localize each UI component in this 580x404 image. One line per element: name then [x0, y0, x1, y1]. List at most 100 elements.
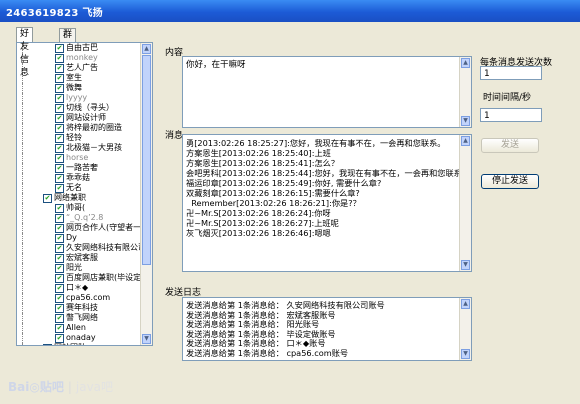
tree-item[interactable]: ✔ 宏斌客服	[17, 253, 141, 263]
checkbox[interactable]: ✔	[55, 284, 64, 293]
checkbox[interactable]: ✔	[55, 294, 64, 303]
tree-item[interactable]: ✔ 帅哥(	[17, 203, 141, 213]
tree-item[interactable]: ✔ 口＊◆	[17, 283, 141, 293]
checkbox[interactable]: ✔	[55, 184, 64, 193]
tab-friends[interactable]: 好友信息	[16, 27, 34, 78]
checkbox[interactable]: ✔	[55, 254, 64, 263]
tree-line	[22, 263, 23, 273]
tree-item[interactable]: ✔ 将梓最初的圈造	[17, 123, 141, 133]
checkbox[interactable]: ✔	[55, 334, 64, 343]
checkbox[interactable]: ✔	[55, 264, 64, 273]
checkbox[interactable]: ✔	[55, 274, 64, 283]
messages-list: 勇[2013:02:26 18:25:27]:您好，我现在有事不在，一会再和您联…	[186, 138, 470, 238]
tree-item[interactable]: ✔ “_Q.q’2.8	[17, 213, 141, 223]
tree-item-label: 口＊◆	[66, 283, 89, 292]
tree-item[interactable]: ✔ 切线（寻头）	[17, 103, 141, 113]
tree-item[interactable]: ✔ Dy	[17, 233, 141, 243]
title-bar: 2463619823 飞扬	[0, 0, 580, 22]
interval-input[interactable]: 1	[480, 108, 542, 122]
checkbox[interactable]: ✔	[55, 124, 64, 133]
checkbox[interactable]: ✔	[55, 314, 64, 323]
checkbox[interactable]: ✔	[43, 194, 52, 203]
tree-item[interactable]: ✔ 瞥飞网络	[17, 313, 141, 323]
scroll-down-icon[interactable]: ▼	[461, 349, 470, 359]
messages-scrollbar[interactable]: ▲ ▼	[459, 135, 471, 271]
scroll-down-icon[interactable]: ▼	[461, 260, 470, 270]
scroll-up-icon[interactable]: ▲	[461, 58, 470, 68]
log-scrollbar[interactable]: ▲ ▼	[459, 298, 471, 360]
checkbox[interactable]: ✔	[55, 64, 64, 73]
tree-item[interactable]: ✔ 阳光	[17, 263, 141, 273]
tree-item[interactable]: ✔ 久安网络科技有限公司	[17, 243, 141, 253]
tree-scrollbar[interactable]: ▲ ▼	[140, 43, 152, 345]
tree-item[interactable]: ✔ 网站设计师	[17, 113, 141, 123]
stop-send-button[interactable]: 停止发送	[481, 174, 539, 189]
tree-item-label: 宏斌客服	[66, 253, 98, 262]
tree-group[interactable]: ✔网站团队	[17, 343, 141, 345]
log-box[interactable]: 发送消息给第 1条消息给： 久安网络科技有限公司账号 发送消息给第 1条消息给： …	[182, 297, 472, 361]
tree-item[interactable]: ✔ 艺人广告	[17, 63, 141, 73]
tree-item[interactable]: ✔ 乖乖菇	[17, 173, 141, 183]
send-count-input[interactable]: 1	[480, 66, 542, 80]
tree-item[interactable]: ✔ 微舞	[17, 83, 141, 93]
tree-item[interactable]: ✔ 无名	[17, 183, 141, 193]
tree-item-label: Dy	[66, 233, 77, 242]
checkbox[interactable]: ✔	[55, 304, 64, 313]
checkbox[interactable]: ✔	[55, 144, 64, 153]
scroll-up-icon[interactable]: ▲	[461, 136, 470, 146]
scroll-down-icon[interactable]: ▼	[142, 334, 151, 344]
checkbox[interactable]: ✔	[43, 344, 52, 345]
tree-item-label: 北极猫－大男孩	[66, 143, 122, 152]
checkbox[interactable]: ✔	[55, 324, 64, 333]
tree-item[interactable]: ✔ 百度网店兼职(毕设定做	[17, 273, 141, 283]
checkbox[interactable]: ✔	[55, 204, 64, 213]
tree-item[interactable]: ✔ horse	[17, 153, 141, 163]
tree-item[interactable]: ✔ 赛年科技	[17, 303, 141, 313]
checkbox[interactable]: ✔	[55, 104, 64, 113]
tree-item-label: 室生	[66, 73, 82, 82]
scroll-up-icon[interactable]: ▲	[142, 44, 151, 54]
tree-item[interactable]: ✔ 轻铃	[17, 133, 141, 143]
checkbox[interactable]: ✔	[55, 234, 64, 243]
send-button[interactable]: 发送	[481, 138, 539, 153]
tree-item[interactable]: ✔ cpa56.com	[17, 293, 141, 303]
content-scrollbar[interactable]: ▲ ▼	[459, 57, 471, 127]
tab-groups[interactable]: 群信息	[59, 28, 77, 66]
tree-item[interactable]: ✔网页合作人(守望者一接)	[17, 223, 141, 233]
tree-item[interactable]: ✔ 自由古巴	[17, 43, 141, 53]
checkbox[interactable]: ✔	[55, 174, 64, 183]
checkbox[interactable]: ✔	[55, 224, 64, 233]
checkbox[interactable]: ✔	[55, 214, 64, 223]
checkbox[interactable]: ✔	[55, 44, 64, 53]
tree-item[interactable]: ✔ Allen	[17, 323, 141, 333]
checkbox[interactable]: ✔	[55, 74, 64, 83]
watermark: Bai◎贴吧 | java吧	[8, 380, 114, 394]
tree-item[interactable]: ✔ monkey	[17, 53, 141, 63]
messages-label: 消息	[165, 131, 184, 141]
messages-box[interactable]: 勇[2013:02:26 18:25:27]:您好，我现在有事不在，一会再和您联…	[182, 134, 472, 272]
message-line: 方案恩生[2013:02:26 18:25:41]:怎么？	[186, 158, 340, 168]
checkbox[interactable]: ✔	[55, 134, 64, 143]
checkbox[interactable]: ✔	[55, 114, 64, 123]
scroll-down-icon[interactable]: ▼	[461, 116, 470, 126]
tree-item[interactable]: ✔ 北极猫－大男孩	[17, 143, 141, 153]
tree-item[interactable]: ✔ 室生	[17, 73, 141, 83]
checkbox[interactable]: ✔	[55, 164, 64, 173]
tree-group[interactable]: ✔ 网络兼职	[17, 193, 141, 203]
checkbox[interactable]: ✔	[55, 154, 64, 163]
tree-line	[22, 103, 23, 113]
tree-item-label: 乖乖菇	[66, 173, 90, 182]
tree-item[interactable]: ✔ 一路苦奢	[17, 163, 141, 173]
content-input[interactable]: 你好，在干嘛呀 ▲ ▼	[182, 56, 472, 128]
tree-item[interactable]: ✔ lyyyy	[17, 93, 141, 103]
tree-line	[22, 283, 23, 293]
checkbox[interactable]: ✔	[55, 54, 64, 63]
tree-line	[22, 313, 23, 323]
checkbox[interactable]: ✔	[55, 84, 64, 93]
checkbox[interactable]: ✔	[55, 244, 64, 253]
tree-line	[22, 163, 23, 173]
checkbox[interactable]: ✔	[55, 94, 64, 103]
scroll-thumb[interactable]	[142, 55, 151, 265]
tree-item[interactable]: ✔ onaday	[17, 333, 141, 343]
scroll-up-icon[interactable]: ▲	[461, 299, 470, 309]
